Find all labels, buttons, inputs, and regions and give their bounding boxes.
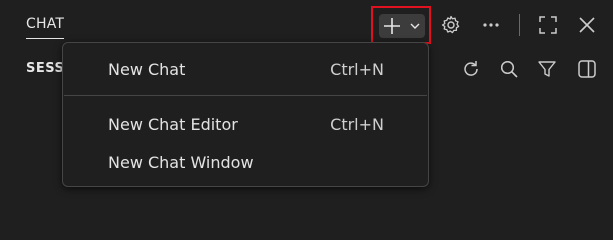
menu-item-label: New Chat Editor [108,114,238,134]
menu-item-new-chat-editor[interactable]: New Chat Editor Ctrl+N [63,109,428,139]
chat-tab-title[interactable]: CHAT [26,16,65,39]
menu-item-shortcut: Ctrl+N [330,114,384,134]
menu-item-shortcut: Ctrl+N [330,59,384,79]
refresh-icon[interactable] [460,58,482,80]
gear-icon[interactable] [440,14,462,36]
menu-item-label: New Chat [108,59,186,79]
chevron-down-icon[interactable] [405,14,425,38]
menu-item-label: New Chat Window [108,152,254,172]
menu-separator [64,95,427,96]
toolbar-divider [519,14,520,36]
new-chat-highlight [371,6,431,44]
maximize-icon[interactable] [537,14,559,36]
filter-icon[interactable] [536,58,558,80]
plus-icon[interactable] [379,14,405,38]
chat-panel: CHAT SESS New Chat Ctrl+N New Chat Edito… [0,0,613,219]
more-icon[interactable] [480,14,502,36]
close-icon[interactable] [576,14,598,36]
sessions-section-label: SESS [26,61,65,76]
new-chat-dropdown-menu: New Chat Ctrl+N New Chat Editor Ctrl+N N… [62,42,429,187]
search-icon[interactable] [498,58,520,80]
split-view-icon[interactable] [576,58,598,80]
menu-item-new-chat[interactable]: New Chat Ctrl+N [63,54,428,84]
new-chat-button[interactable] [379,14,425,38]
menu-item-new-chat-window[interactable]: New Chat Window [63,147,428,177]
